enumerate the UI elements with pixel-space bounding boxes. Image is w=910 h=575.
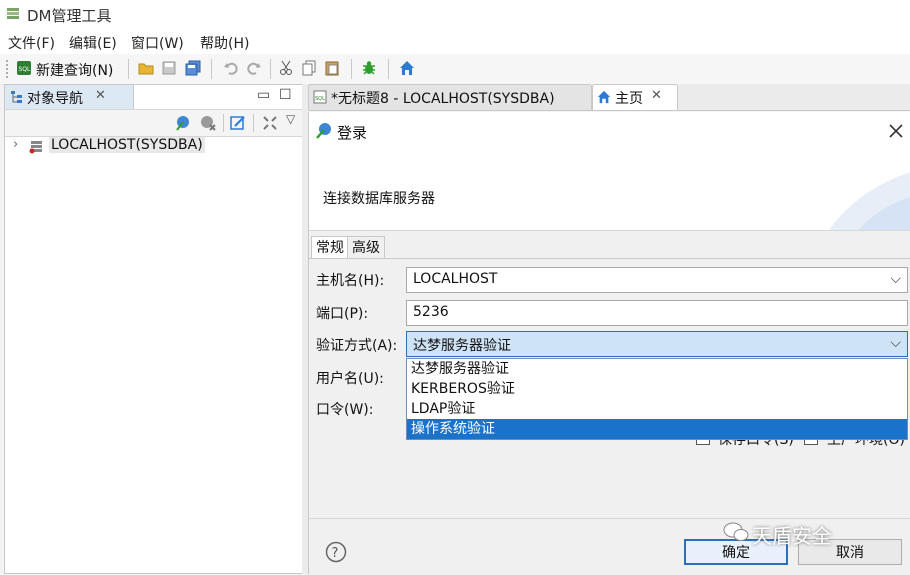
tab-advanced[interactable]: 高级: [347, 236, 385, 259]
auth-method-value: 达梦服务器验证: [413, 338, 511, 354]
redo-icon[interactable]: [245, 59, 263, 77]
chevron-down-icon: ⌵: [890, 335, 901, 351]
menu-help[interactable]: 帮助(H): [200, 33, 249, 53]
auth-option-selected[interactable]: 操作系统验证: [407, 419, 907, 439]
navigator-toolbar: ▽: [5, 109, 303, 137]
toolbar: SQL 新建查询(N): [0, 54, 910, 85]
tree-icon: [11, 91, 22, 103]
close-tab-icon[interactable]: ✕: [95, 88, 106, 103]
view-menu-icon[interactable]: ▽: [286, 112, 295, 126]
port-input[interactable]: 5236: [406, 300, 908, 326]
object-navigator-panel: 对象导航 ✕ ▭ ☐ ▽ › LOCALHOST(SYSDBA): [4, 84, 304, 574]
toolbar-separator: [211, 59, 212, 79]
close-icon[interactable]: [887, 122, 905, 140]
connect-icon: [316, 123, 331, 139]
paste-icon[interactable]: [323, 59, 341, 77]
help-icon[interactable]: ?: [325, 541, 347, 563]
new-query-button[interactable]: 新建查询(N): [36, 60, 113, 80]
auth-method-label: 验证方式(A):: [316, 338, 398, 354]
home-icon[interactable]: [398, 59, 416, 77]
watermark-text: 天盾安全: [752, 524, 832, 548]
auth-option[interactable]: 达梦服务器验证: [407, 359, 907, 379]
menu-file[interactable]: 文件(F): [8, 33, 55, 53]
close-tab-icon[interactable]: ✕: [651, 88, 662, 103]
maximize-icon[interactable]: ☐: [279, 87, 292, 103]
chevron-down-icon: ⌵: [890, 271, 901, 287]
copy-icon[interactable]: [300, 59, 318, 77]
auth-method-select[interactable]: 达梦服务器验证 ⌵: [406, 331, 908, 357]
editor-tab-bar: SQL *无标题8 - LOCALHOST(SYSDBA) 主页 ✕: [308, 84, 910, 111]
dialog-title: 登录: [337, 124, 368, 142]
app-title: DM管理工具: [27, 7, 112, 25]
password-label: 口令(W):: [316, 402, 374, 418]
header-decoration: [829, 172, 910, 230]
home-icon: [597, 90, 611, 104]
edit-icon[interactable]: [229, 114, 247, 132]
title-bar: DM管理工具: [0, 0, 910, 30]
tab-label: 对象导航: [27, 91, 83, 107]
save-all-icon[interactable]: [184, 59, 202, 77]
app-icon: [7, 8, 19, 19]
host-value: LOCALHOST: [413, 271, 498, 287]
menu-window[interactable]: 窗口(W): [131, 33, 184, 53]
cut-icon[interactable]: [277, 59, 295, 77]
auth-option[interactable]: KERBEROS验证: [407, 379, 907, 399]
dialog-header: 登录 连接数据库服务器: [309, 112, 910, 231]
menu-edit[interactable]: 编辑(E): [69, 33, 117, 53]
connect-icon[interactable]: [175, 114, 193, 132]
host-combobox[interactable]: LOCALHOST ⌵: [406, 267, 908, 293]
login-dialog: 登录 连接数据库服务器 常规 高级 主机名(H): LOCALHOST ⌵ 端口…: [308, 112, 910, 575]
collapse-all-icon[interactable]: [261, 114, 279, 132]
toolbar-separator: [270, 59, 271, 79]
toolbar-separator: [253, 114, 254, 132]
sql-new-icon[interactable]: SQL: [15, 59, 33, 77]
debug-bug-icon[interactable]: [360, 59, 378, 77]
port-label: 端口(P):: [316, 306, 369, 322]
tab-label: 主页: [615, 91, 643, 107]
tab-general[interactable]: 常规: [311, 236, 349, 259]
wechat-icon: [723, 522, 749, 541]
auth-method-dropdown: 达梦服务器验证 KERBEROS验证 LDAP验证 操作系统验证: [406, 358, 908, 440]
tab-home[interactable]: 主页 ✕: [592, 84, 678, 110]
save-icon[interactable]: [160, 59, 178, 77]
undo-icon[interactable]: [222, 59, 240, 77]
username-label: 用户名(U):: [316, 371, 384, 387]
disconnect-icon[interactable]: [199, 114, 217, 132]
sql-file-icon: SQL: [313, 90, 327, 104]
expand-chevron-icon[interactable]: ›: [13, 137, 18, 152]
auth-option[interactable]: LDAP验证: [407, 399, 907, 419]
toolbar-separator: [351, 59, 352, 79]
toolbar-grip: [6, 60, 11, 78]
host-label: 主机名(H):: [316, 273, 385, 289]
minimize-icon[interactable]: ▭: [257, 87, 270, 103]
menu-bar: 文件(F) 编辑(E) 窗口(W) 帮助(H): [0, 30, 910, 54]
open-folder-icon[interactable]: [137, 59, 155, 77]
toolbar-separator: [128, 59, 129, 79]
svg-text:SQL: SQL: [19, 66, 32, 73]
database-server-icon: [29, 141, 42, 154]
tab-untitled-query[interactable]: SQL *无标题8 - LOCALHOST(SYSDBA): [308, 84, 592, 110]
dialog-subtitle: 连接数据库服务器: [323, 191, 435, 207]
tab-label: *无标题8 - LOCALHOST(SYSDBA): [331, 91, 555, 107]
svg-text:SQL: SQL: [315, 96, 325, 102]
svg-text:?: ?: [332, 546, 339, 561]
toolbar-separator: [223, 114, 224, 132]
tree-item-localhost[interactable]: LOCALHOST(SYSDBA): [49, 137, 205, 153]
toolbar-separator: [388, 59, 389, 79]
tab-object-navigator[interactable]: 对象导航 ✕: [5, 85, 134, 109]
